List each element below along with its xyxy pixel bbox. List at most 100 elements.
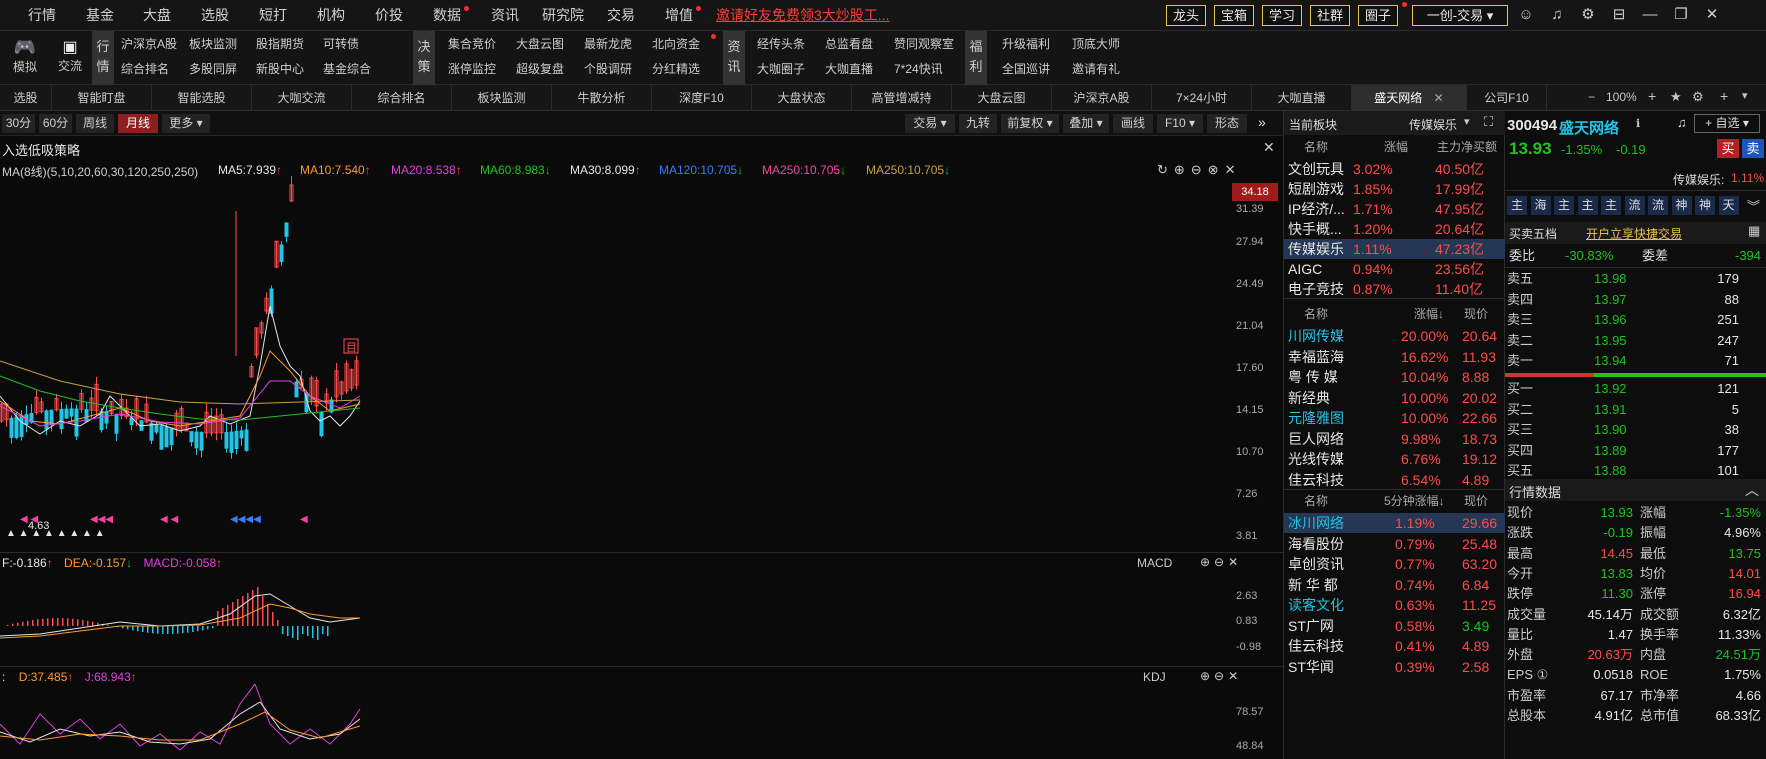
tool-item[interactable]: 经传头条 bbox=[757, 35, 805, 52]
stock-tag[interactable]: 主 bbox=[1554, 196, 1574, 215]
tab-list-icon[interactable]: ▾ bbox=[1742, 89, 1748, 102]
bell-icon[interactable]: ♫ bbox=[1548, 6, 1566, 24]
tab-page[interactable]: 沪深京A股 bbox=[1052, 85, 1152, 111]
stock-row[interactable]: 佳云科技 0.41% 4.89 bbox=[1284, 636, 1506, 656]
ask-row[interactable]: 卖三 13.96 251 bbox=[1505, 309, 1766, 330]
chevron-down-icon[interactable]: ▾ bbox=[1464, 115, 1470, 128]
stock-row[interactable]: ST华闻 0.39% 2.58 bbox=[1284, 657, 1506, 677]
pattern-button[interactable]: 形态 bbox=[1207, 114, 1247, 133]
period-60min[interactable]: 60分 bbox=[39, 114, 72, 133]
tool-item[interactable]: 总监看盘 bbox=[825, 35, 873, 52]
ask-row[interactable]: 卖四 13.97 88 bbox=[1505, 289, 1766, 310]
adjust-dropdown[interactable]: 前复权 ▾ bbox=[1001, 114, 1059, 133]
tool-item[interactable]: 赞同观察室 bbox=[894, 35, 954, 52]
bid-row[interactable]: 买三 13.90 38 bbox=[1505, 419, 1766, 440]
tab-page[interactable]: 大盘状态 bbox=[752, 85, 852, 111]
stock-tag[interactable]: 主 bbox=[1577, 196, 1598, 215]
group-tab-news[interactable]: 资讯 bbox=[723, 31, 745, 85]
menu-data[interactable]: 数据 bbox=[433, 0, 461, 31]
close-icon[interactable]: ✕ bbox=[1263, 139, 1275, 156]
stock-tag[interactable]: 主 bbox=[1601, 196, 1621, 215]
stock-row[interactable]: 粤 传 媒 10.04% 8.88 bbox=[1284, 367, 1506, 387]
chevron-down-icon[interactable]: ︾ bbox=[1747, 196, 1760, 215]
tool-item[interactable]: 板块监测 bbox=[189, 35, 237, 52]
tool-item[interactable]: 邀请有礼 bbox=[1072, 60, 1120, 77]
stock-tag[interactable]: 天 bbox=[1718, 196, 1739, 215]
stock-row[interactable]: 光线传媒 6.76% 19.12 bbox=[1284, 449, 1506, 469]
zoom-out-icon[interactable]: − bbox=[1588, 90, 1595, 104]
sector-row[interactable]: IP经济/... 1.71% 47.95亿 bbox=[1284, 199, 1506, 219]
bid-row[interactable]: 买四 13.89 177 bbox=[1505, 440, 1766, 461]
period-month[interactable]: 月线 bbox=[118, 114, 158, 133]
ask-row[interactable]: 卖二 13.95 247 bbox=[1505, 330, 1766, 351]
period-30min[interactable]: 30分 bbox=[2, 114, 35, 133]
chat-button[interactable]: ▣ 交流 bbox=[55, 37, 85, 74]
tool-item[interactable]: 北向资金 bbox=[652, 35, 700, 52]
tool-item[interactable]: 大咖直播 bbox=[825, 60, 873, 77]
sector-row[interactable]: 电子竞技 0.87% 11.40亿 bbox=[1284, 279, 1506, 299]
ask-row[interactable]: 卖一 13.94 71 bbox=[1505, 350, 1766, 371]
bell-icon[interactable]: ♫ bbox=[1677, 115, 1687, 130]
buy-button[interactable]: 买 bbox=[1717, 139, 1739, 158]
period-more[interactable]: 更多 ▾ bbox=[162, 114, 210, 133]
tab-page[interactable]: 智能盯盘 bbox=[52, 85, 152, 111]
simulate-button[interactable]: 🎮 模拟 bbox=[10, 37, 40, 75]
tab-page[interactable]: 大咖交流 bbox=[252, 85, 352, 111]
period-week[interactable]: 周线 bbox=[76, 114, 114, 133]
menu-research[interactable]: 研究院 bbox=[542, 0, 584, 31]
stock-row[interactable]: 川网传媒 20.00% 20.64 bbox=[1284, 326, 1506, 346]
sector-row[interactable]: 传媒娱乐 1.11% 47.23亿 bbox=[1284, 239, 1506, 259]
tab-page[interactable]: 高管增减持 bbox=[852, 85, 952, 111]
stock-tag[interactable]: 神 bbox=[1695, 196, 1715, 215]
restore-icon[interactable]: ❐ bbox=[1672, 6, 1690, 24]
gear-icon[interactable]: ⚙ bbox=[1579, 6, 1597, 24]
group-tab-decision[interactable]: 决策 bbox=[413, 31, 435, 85]
tab-page[interactable]: 大咖直播 bbox=[1252, 85, 1352, 111]
minimize-icon[interactable]: — bbox=[1641, 6, 1659, 24]
invite-link[interactable]: 邀请好友免费领3大炒股工... bbox=[716, 0, 889, 31]
tab-page[interactable]: 公司F10 bbox=[1467, 85, 1547, 111]
sector-row[interactable]: 短剧游戏 1.85% 17.99亿 bbox=[1284, 179, 1506, 199]
tool-learn-button[interactable]: 学习 bbox=[1262, 5, 1302, 26]
calculator-icon[interactable]: ▦ bbox=[1748, 223, 1760, 239]
tool-item[interactable]: 综合排名 bbox=[121, 60, 169, 77]
menu-short-trade[interactable]: 短打 bbox=[259, 0, 287, 31]
stock-tag[interactable]: 海 bbox=[1530, 196, 1551, 215]
stock-row[interactable]: 新经典 10.00% 20.02 bbox=[1284, 388, 1506, 408]
f10-dropdown[interactable]: F10 ▾ bbox=[1157, 114, 1203, 133]
stock-row[interactable]: ST广网 0.58% 3.49 bbox=[1284, 616, 1506, 636]
tool-item[interactable]: 超级复盘 bbox=[516, 60, 564, 77]
draw-line-button[interactable]: 画线 bbox=[1113, 114, 1153, 133]
tool-item[interactable]: 7*24快讯 bbox=[894, 60, 943, 77]
tab-page[interactable]: 深度F10 bbox=[652, 85, 752, 111]
stock-tag[interactable]: 主 bbox=[1507, 196, 1527, 215]
tab-page[interactable]: 牛散分析 bbox=[552, 85, 652, 111]
group-tab-welfare[interactable]: 福利 bbox=[965, 31, 987, 85]
ask-row[interactable]: 卖五 13.98 179 bbox=[1505, 268, 1766, 289]
kline-chart-area[interactable]: 入选低吸策略 ✕ MA(8线)(5,10,20,60,30,120,250,25… bbox=[0, 136, 1283, 759]
tool-item[interactable]: 股指期货 bbox=[256, 35, 304, 52]
tool-item[interactable]: 升级福利 bbox=[1002, 35, 1050, 52]
stock-tag[interactable]: 神 bbox=[1671, 196, 1692, 215]
tab-page[interactable]: 综合排名 bbox=[352, 85, 452, 111]
group-tab-quotes[interactable]: 行情 bbox=[92, 31, 114, 85]
menu-trade[interactable]: 交易 bbox=[607, 0, 635, 31]
stock-row[interactable]: 巨人网络 9.98% 18.73 bbox=[1284, 429, 1506, 449]
bid-row[interactable]: 买五 13.88 101 bbox=[1505, 460, 1766, 481]
add-favorite-button[interactable]: + 自选 ▾ bbox=[1694, 114, 1760, 133]
tool-leader-button[interactable]: 龙头 bbox=[1166, 5, 1206, 26]
close-icon[interactable]: ✕ bbox=[1434, 91, 1444, 105]
zoom-in-icon[interactable]: + bbox=[1648, 88, 1656, 104]
user-icon[interactable]: ☺ bbox=[1517, 6, 1535, 24]
quick-trade-link[interactable]: 开户立享快捷交易 bbox=[1586, 225, 1682, 242]
account-select[interactable]: 一创-交易 ▾ bbox=[1412, 5, 1508, 26]
gear-icon[interactable]: ⚙ bbox=[1692, 89, 1704, 105]
info-icon[interactable]: ℹ bbox=[1636, 117, 1640, 130]
tool-item[interactable]: 最新龙虎 bbox=[584, 35, 632, 52]
tool-item[interactable]: 沪深京A股 bbox=[121, 35, 177, 52]
tool-item[interactable]: 全国巡讲 bbox=[1002, 60, 1050, 77]
tool-item[interactable]: 大咖圈子 bbox=[757, 60, 805, 77]
sector-row[interactable]: AIGC 0.94% 23.56亿 bbox=[1284, 259, 1506, 279]
tool-item[interactable]: 涨停监控 bbox=[448, 60, 496, 77]
star-icon[interactable]: ★ bbox=[1670, 89, 1682, 105]
